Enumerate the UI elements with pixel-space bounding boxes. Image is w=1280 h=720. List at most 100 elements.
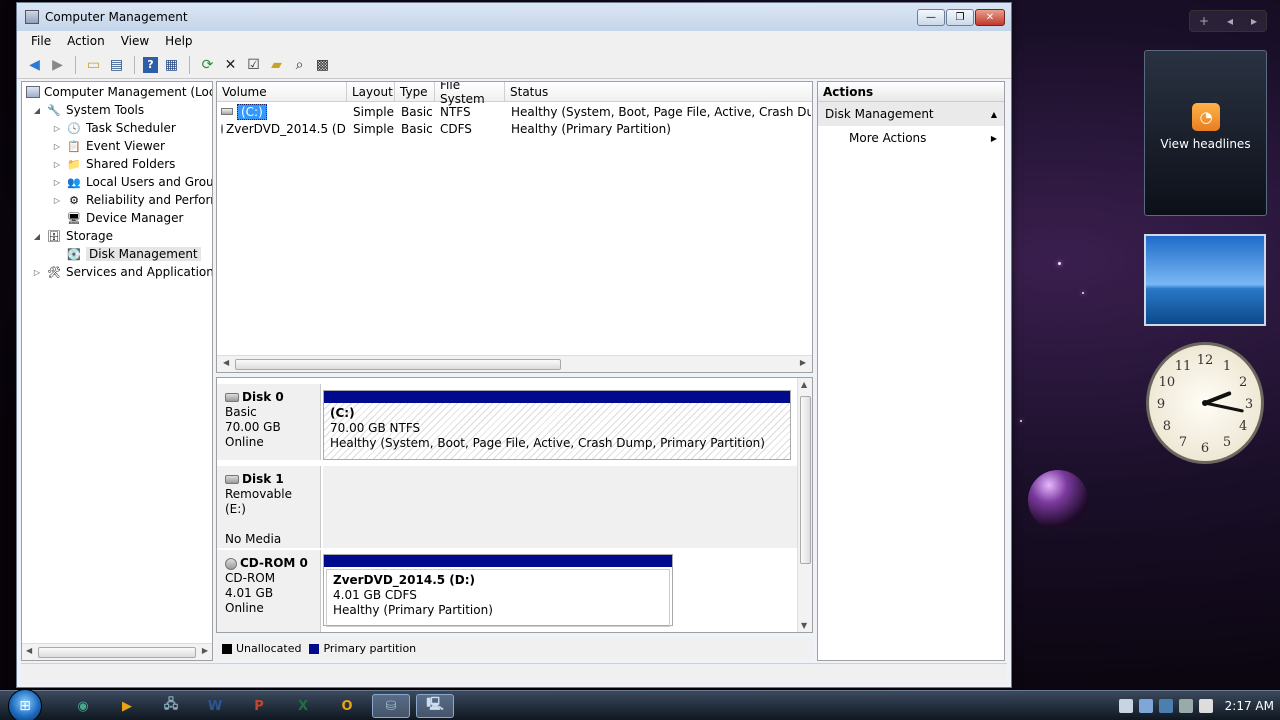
scroll-thumb[interactable]: [800, 396, 811, 564]
actions-section-disk-management[interactable]: Disk Management ▲: [818, 102, 1004, 126]
tree-item-root[interactable]: Computer Management (Local: [26, 83, 212, 101]
column-header-layout[interactable]: Layout: [347, 82, 395, 102]
partition-c[interactable]: (C:) 70.00 GB NTFS Healthy (System, Boot…: [323, 390, 791, 460]
menu-help[interactable]: Help: [157, 34, 200, 48]
partition-d[interactable]: ZverDVD_2014.5 (D:) 4.01 GB CDFS Healthy…: [323, 554, 673, 627]
feed-headlines-gadget[interactable]: ◔ View headlines: [1144, 50, 1267, 216]
properties-icon[interactable]: ▦: [162, 55, 181, 74]
refresh-icon[interactable]: ⟳: [198, 55, 217, 74]
column-header-volume[interactable]: Volume: [217, 82, 347, 102]
scroll-left-icon[interactable]: ◀: [26, 646, 32, 655]
previous-icon[interactable]: ◂: [1227, 14, 1233, 28]
volume-cell: ZverDVD_2014.5 (D:): [221, 120, 347, 137]
start-button[interactable]: ⊞: [8, 689, 42, 720]
volume-list: Volume Layout Type File System Status (C…: [216, 81, 813, 373]
scroll-thumb[interactable]: [38, 647, 196, 658]
connection-icon[interactable]: [1158, 699, 1173, 713]
tree-item-local-users[interactable]: ▷ 👥 Local Users and Groups: [52, 173, 212, 191]
tree-item-services-applications[interactable]: ▷ 🛠 Services and Applications: [32, 263, 212, 281]
tree-item-shared-folders[interactable]: ▷ 📁 Shared Folders: [52, 155, 175, 173]
window-controls: — ❐ ✕: [917, 9, 1005, 26]
expand-icon[interactable]: ▷: [52, 196, 62, 205]
open-folder-icon[interactable]: ▰: [267, 55, 286, 74]
taskbar-powerpoint-button[interactable]: P: [240, 694, 278, 718]
menu-view[interactable]: View: [113, 34, 157, 48]
taskbar-word-button[interactable]: W: [196, 694, 234, 718]
tree-item-disk-management[interactable]: 💽 Disk Management: [52, 245, 201, 263]
scroll-thumb[interactable]: [235, 359, 561, 370]
scroll-up-icon[interactable]: ▲: [801, 380, 807, 389]
close-button[interactable]: ✕: [975, 9, 1005, 26]
show-hide-tree-icon[interactable]: ▤: [107, 55, 126, 74]
star-decoration: [1020, 420, 1022, 422]
disk-name: CD-ROM 0: [240, 556, 308, 570]
scroll-right-icon[interactable]: ▶: [202, 646, 208, 655]
add-gadget-icon[interactable]: +: [1199, 14, 1209, 28]
monitor-icon[interactable]: [1138, 699, 1153, 713]
menu-file[interactable]: File: [23, 34, 59, 48]
clock-time[interactable]: 2:17 AM: [1225, 699, 1274, 713]
taskbar-computer-management-button[interactable]: 🖳: [416, 694, 454, 718]
forward-arrow-icon[interactable]: ▶: [48, 55, 67, 74]
properties-grid-icon[interactable]: ▩: [313, 55, 332, 74]
network-icon[interactable]: [1118, 699, 1133, 713]
column-header-type[interactable]: Type: [395, 82, 435, 102]
help-icon[interactable]: ?: [143, 56, 158, 73]
column-header-status[interactable]: Status: [505, 82, 812, 102]
maximize-button[interactable]: ❐: [946, 9, 974, 26]
taskbar-outlook-button[interactable]: O: [328, 694, 366, 718]
collapse-icon[interactable]: ◢: [32, 232, 42, 241]
menu-action[interactable]: Action: [59, 34, 113, 48]
taskbar-chrome-button[interactable]: ◉: [64, 694, 102, 718]
storage-icon: 🗄: [47, 229, 61, 243]
disk-map-vertical-scrollbar[interactable]: ▲ ▼: [797, 378, 812, 632]
expand-icon[interactable]: ▷: [52, 178, 62, 187]
volume-horizontal-scrollbar[interactable]: ◀ ▶: [217, 355, 812, 372]
taskbar-network-button[interactable]: 🖧: [152, 694, 190, 718]
disk-1-empty-area: [323, 466, 797, 548]
folder-up-icon[interactable]: ▭: [84, 55, 103, 74]
more-actions-item[interactable]: More Actions ▶: [818, 126, 1004, 150]
search-disk-icon[interactable]: ⌕: [290, 55, 309, 74]
view-headlines-label[interactable]: View headlines: [1145, 137, 1266, 151]
tree-item-task-scheduler[interactable]: ▷ 🕓 Task Scheduler: [52, 119, 176, 137]
taskbar-media-player-button[interactable]: ▶: [108, 694, 146, 718]
collapse-icon[interactable]: ◢: [32, 106, 42, 115]
tree-item-label: Device Manager: [86, 211, 184, 225]
tree-item-reliability[interactable]: ▷ ⚙ Reliability and Performa: [52, 191, 212, 209]
collapse-up-icon[interactable]: ▲: [991, 110, 997, 119]
next-icon[interactable]: ▸: [1251, 14, 1257, 28]
expand-icon[interactable]: ▷: [52, 124, 62, 133]
taskbar-explorer-icon: ⛁: [385, 698, 397, 714]
sidebar-controls[interactable]: + ◂ ▸: [1189, 10, 1267, 32]
taskbar-excel-button[interactable]: X: [284, 694, 322, 718]
safely-remove-icon[interactable]: [1178, 699, 1193, 713]
taskbar-explorer-button[interactable]: ⛁: [372, 694, 410, 718]
disk-1-label[interactable]: Disk 1 Removable (E:) No Media: [217, 466, 321, 548]
column-header-file-system[interactable]: File System: [435, 82, 505, 106]
slideshow-gadget[interactable]: [1144, 234, 1266, 326]
scroll-left-icon[interactable]: ◀: [223, 358, 229, 367]
scroll-down-icon[interactable]: ▼: [801, 621, 807, 630]
title-bar[interactable]: Computer Management — ❐ ✕: [17, 3, 1011, 31]
minimize-button[interactable]: —: [917, 9, 945, 26]
back-arrow-icon[interactable]: ◀: [25, 55, 44, 74]
settings-icon[interactable]: ☑: [244, 55, 263, 74]
volume-name: ZverDVD_2014.5 (D:): [226, 121, 347, 136]
expand-icon[interactable]: ▷: [32, 268, 42, 277]
expand-icon[interactable]: ▷: [52, 142, 62, 151]
cdrom-0-label[interactable]: CD-ROM 0 CD-ROM 4.01 GB Online: [217, 550, 321, 632]
expand-icon[interactable]: ▷: [52, 160, 62, 169]
tree-horizontal-scrollbar[interactable]: ◀ ▶: [22, 643, 212, 660]
tree-item-system-tools[interactable]: ◢ 🔧 System Tools: [32, 101, 144, 119]
clock-numeral: 6: [1201, 441, 1209, 456]
clock-numeral: 11: [1175, 359, 1192, 374]
volume-icon[interactable]: [1198, 699, 1213, 713]
tree-item-storage[interactable]: ◢ 🗄 Storage: [32, 227, 113, 245]
delete-icon[interactable]: ✕: [221, 55, 240, 74]
removable-disk-icon: [225, 475, 239, 484]
scroll-right-icon[interactable]: ▶: [800, 358, 806, 367]
disk-0-label[interactable]: Disk 0 Basic 70.00 GB Online: [217, 384, 321, 460]
tree-item-device-manager[interactable]: 🖥 Device Manager: [52, 209, 183, 227]
tree-item-event-viewer[interactable]: ▷ 📋 Event Viewer: [52, 137, 165, 155]
